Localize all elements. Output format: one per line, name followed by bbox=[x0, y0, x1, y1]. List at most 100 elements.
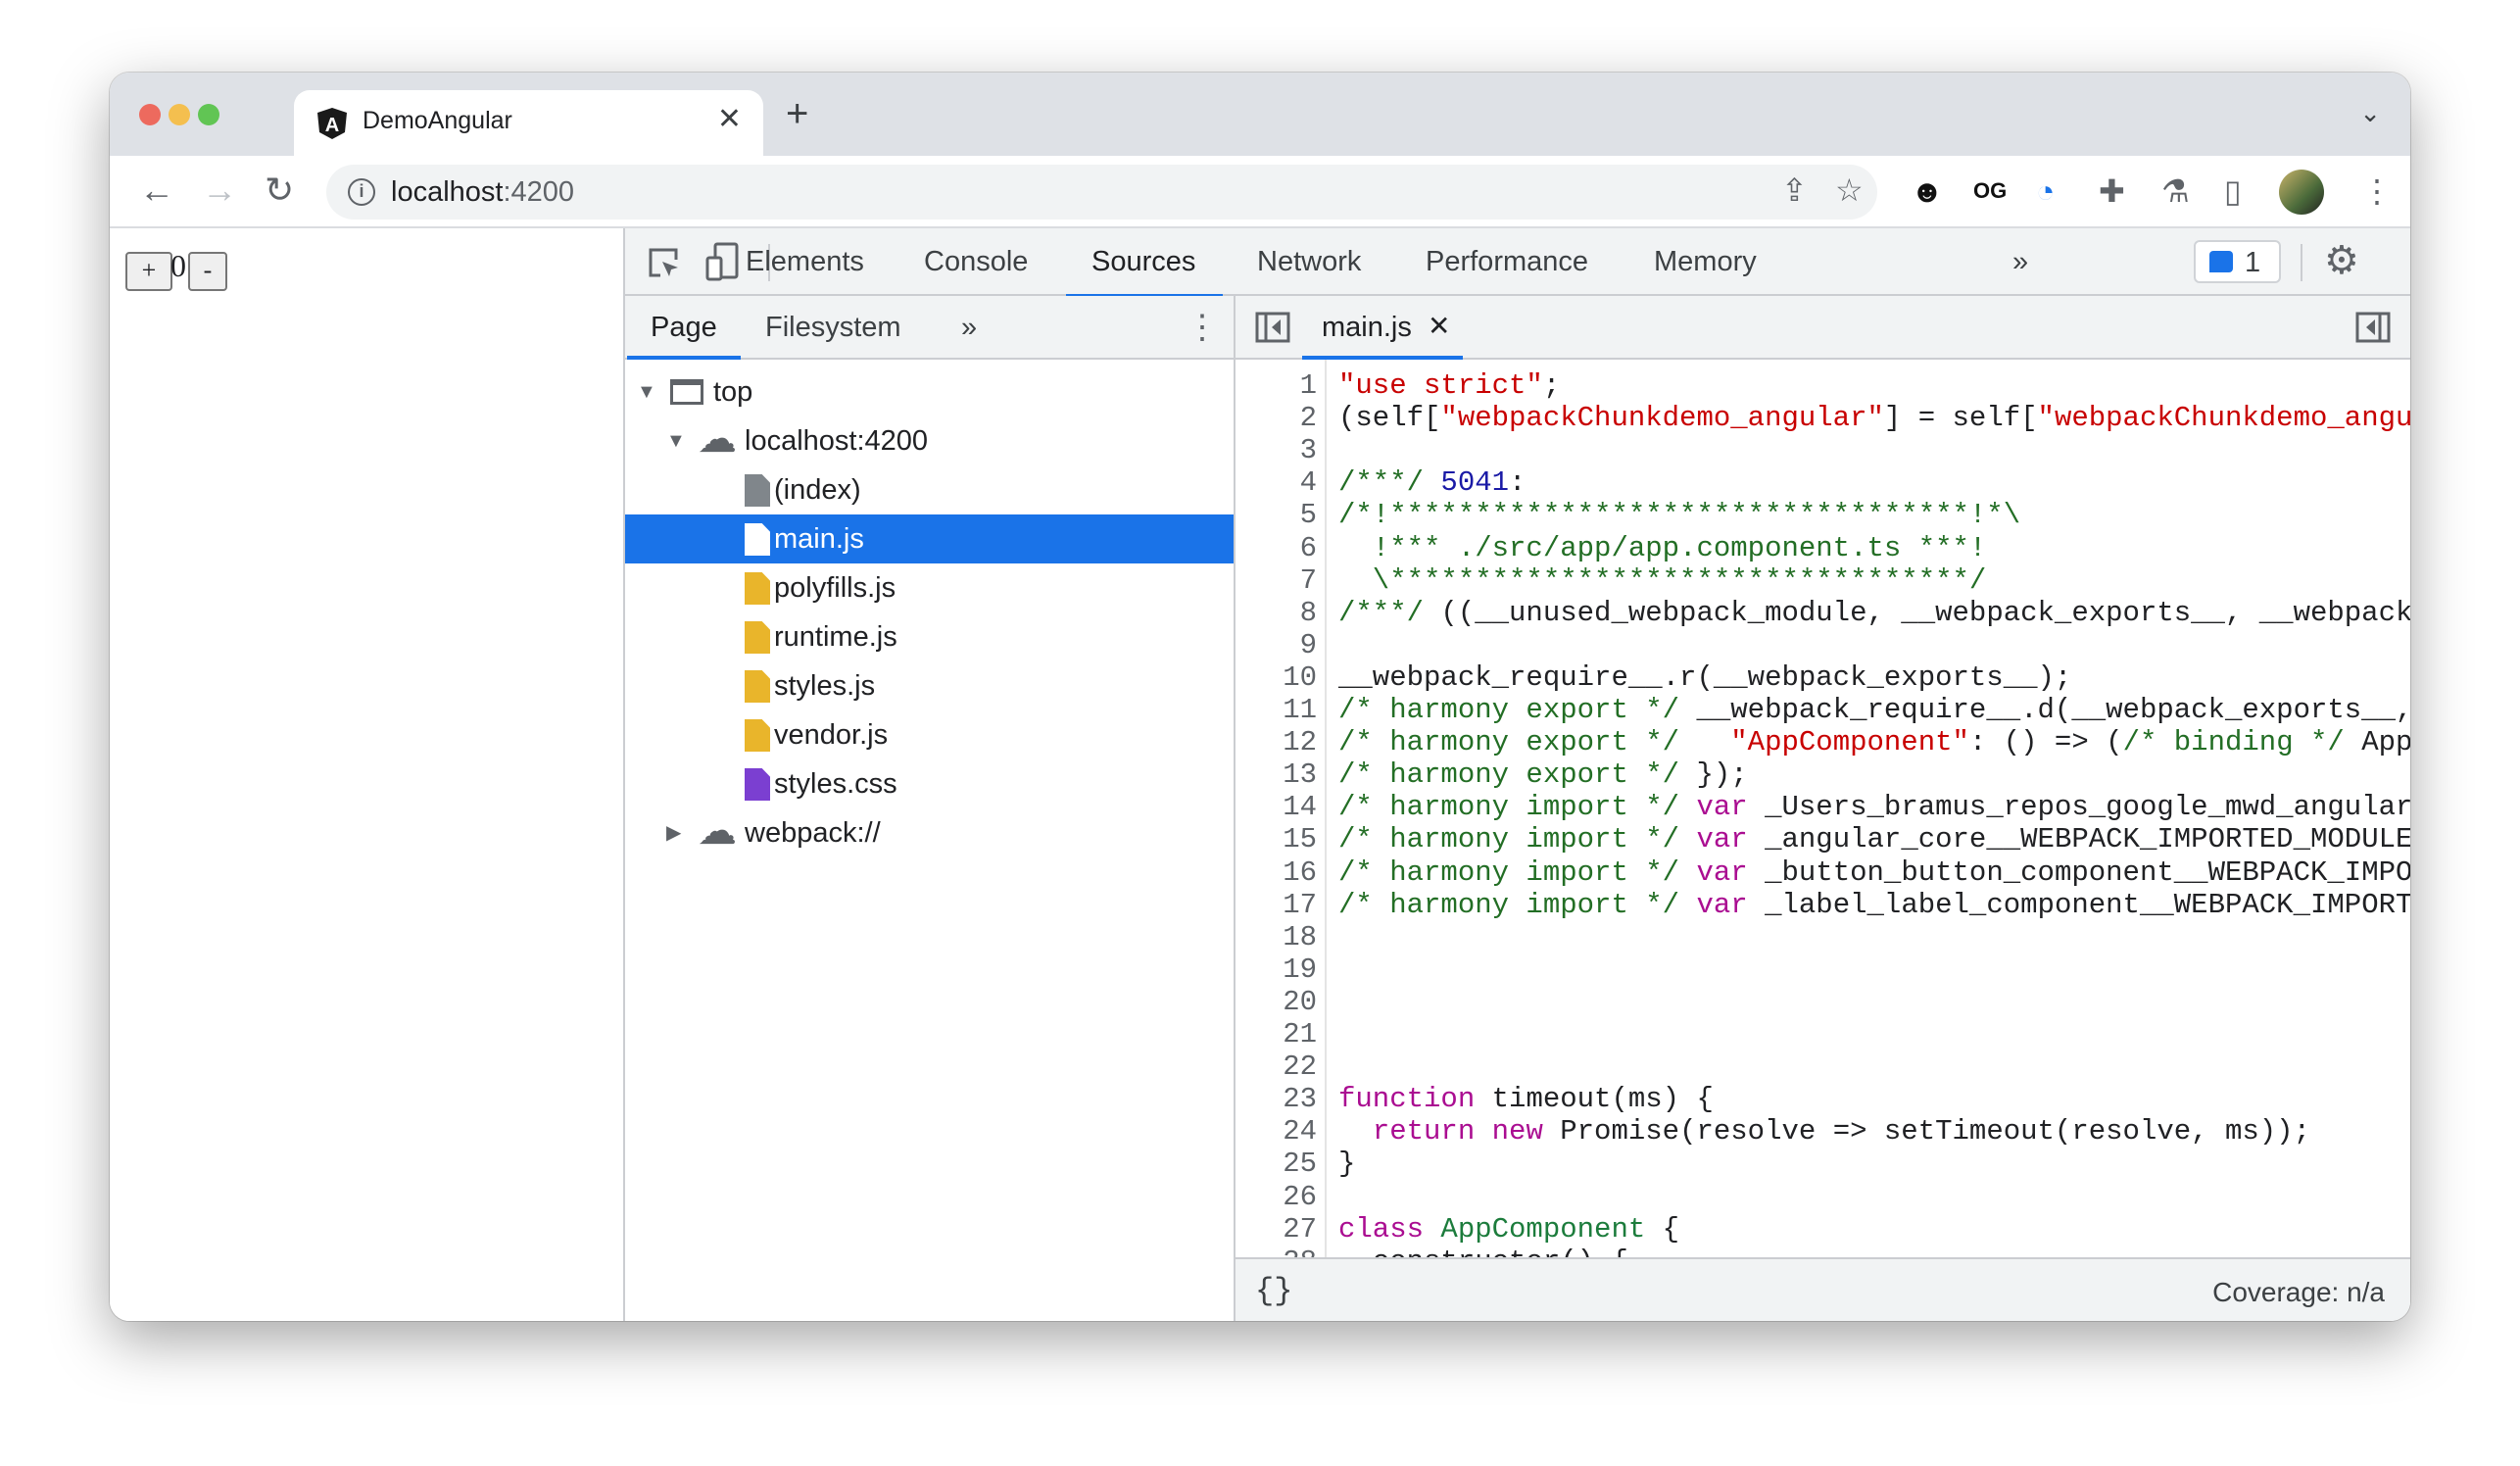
tree-item-label: runtime.js bbox=[774, 621, 897, 653]
line-number[interactable]: 20 bbox=[1283, 986, 1317, 1018]
toggle-navigator-icon[interactable] bbox=[1255, 312, 1290, 343]
tree-item[interactable]: styles.js bbox=[625, 661, 1234, 710]
code-line: /* harmony import */ var _angular_core__… bbox=[1338, 823, 2410, 855]
extension-og-icon[interactable]: OG bbox=[1973, 171, 2007, 211]
tab-filesystem[interactable]: Filesystem bbox=[765, 312, 901, 344]
tab-performance[interactable]: Performance bbox=[1426, 246, 1588, 278]
tree-item[interactable]: vendor.js bbox=[625, 710, 1234, 759]
line-number[interactable]: 13 bbox=[1283, 758, 1317, 791]
back-icon[interactable]: ← bbox=[139, 170, 174, 211]
line-number[interactable]: 21 bbox=[1283, 1018, 1317, 1051]
line-number[interactable]: 8 bbox=[1300, 597, 1317, 629]
line-number[interactable]: 17 bbox=[1283, 889, 1317, 921]
code-token: _angular_core__WEBPACK_IMPORTED_MODULE_3… bbox=[1765, 823, 2410, 856]
tab-search-chevron-icon[interactable]: ⌄ bbox=[2359, 98, 2381, 128]
tab-network[interactable]: Network bbox=[1257, 246, 1361, 278]
collapsed-arrow-icon[interactable]: ▶ bbox=[666, 808, 681, 857]
tree-item[interactable]: ▼ ☁ localhost:4200 bbox=[625, 416, 1234, 465]
tab-memory[interactable]: Memory bbox=[1654, 246, 1757, 278]
line-number[interactable]: 3 bbox=[1300, 434, 1317, 466]
line-number[interactable]: 7 bbox=[1300, 564, 1317, 597]
tree-item[interactable]: (index) bbox=[625, 465, 1234, 514]
line-number[interactable]: 4 bbox=[1300, 466, 1317, 499]
line-number[interactable]: 27 bbox=[1283, 1213, 1317, 1246]
devtools-menu-icon[interactable]: ⋮ bbox=[2400, 240, 2410, 281]
editor-tab-close-icon[interactable]: ✕ bbox=[1428, 310, 1450, 342]
line-number[interactable]: 24 bbox=[1283, 1115, 1317, 1148]
line-number[interactable]: 28 bbox=[1283, 1246, 1317, 1257]
line-number[interactable]: 10 bbox=[1283, 661, 1317, 694]
bookmark-star-icon[interactable]: ☆ bbox=[1835, 171, 1864, 210]
extension-mask-icon[interactable]: ☻ bbox=[1911, 171, 1944, 211]
line-number[interactable]: 12 bbox=[1283, 726, 1317, 758]
line-number[interactable]: 14 bbox=[1283, 791, 1317, 823]
browser-window: A DemoAngular ✕ + ⌄ ← → ↻ i localhost:42… bbox=[110, 73, 2410, 1321]
line-number[interactable]: 1 bbox=[1300, 369, 1317, 402]
site-info-icon[interactable]: i bbox=[348, 178, 375, 206]
line-number[interactable]: 15 bbox=[1283, 823, 1317, 855]
code-token: "webpackChunkdemo_angular" bbox=[1440, 402, 1884, 435]
device-toolbar-icon[interactable] bbox=[705, 242, 741, 281]
window-minimize-button[interactable] bbox=[169, 104, 190, 125]
reload-icon[interactable]: ↻ bbox=[265, 170, 294, 211]
forward-icon[interactable]: → bbox=[202, 170, 237, 211]
share-icon[interactable]: ⇪ bbox=[1781, 171, 1808, 210]
side-panel-icon[interactable]: ▯ bbox=[2224, 171, 2242, 211]
tab-console[interactable]: Console bbox=[924, 246, 1028, 278]
tab-elements[interactable]: Elements bbox=[746, 246, 864, 278]
line-number[interactable]: 11 bbox=[1283, 694, 1317, 726]
code-line: /***/ ((__unused_webpack_module, __webpa… bbox=[1338, 597, 2410, 629]
editor-tab-label: main.js bbox=[1322, 312, 1412, 343]
tree-item-label: (index) bbox=[774, 474, 861, 506]
window-maximize-button[interactable] bbox=[198, 104, 219, 125]
navigator-menu-icon[interactable]: ⋮ bbox=[1186, 308, 1219, 347]
profile-avatar[interactable] bbox=[2279, 170, 2324, 215]
tab-sources[interactable]: Sources bbox=[1065, 246, 1224, 298]
line-number[interactable]: 26 bbox=[1283, 1181, 1317, 1213]
tree-item[interactable]: runtime.js bbox=[625, 612, 1234, 661]
line-number[interactable]: 23 bbox=[1283, 1083, 1317, 1115]
line-number[interactable]: 19 bbox=[1283, 953, 1317, 986]
code-line: /*!**********************************!*\ bbox=[1338, 499, 2020, 531]
increment-button[interactable]: + bbox=[125, 252, 172, 291]
tab-page[interactable]: Page bbox=[627, 312, 741, 360]
more-tabs-button[interactable]: » bbox=[2012, 246, 2028, 278]
tree-item[interactable]: ▼ top bbox=[625, 367, 1234, 416]
line-number[interactable]: 25 bbox=[1283, 1148, 1317, 1180]
line-number[interactable]: 5 bbox=[1300, 499, 1317, 531]
settings-gear-icon[interactable]: ⚙ bbox=[2324, 238, 2359, 283]
inspect-element-icon[interactable] bbox=[647, 246, 682, 281]
code-token: (self[ bbox=[1338, 402, 1441, 435]
issues-button[interactable]: 1 bbox=[2194, 240, 2281, 283]
line-number[interactable]: 22 bbox=[1283, 1051, 1317, 1083]
code-token: : () => ( bbox=[1968, 726, 2123, 759]
code-token: _Users_bramus_repos_google_mwd_angular_d… bbox=[1765, 791, 2410, 824]
line-number[interactable]: 2 bbox=[1300, 402, 1317, 434]
code-area[interactable]: 1 2 3 4 5 6 7 8 9 10 11 12 13 14 15 16 17 18 19 20 21 22 23 24 2… bbox=[1236, 360, 2410, 1257]
extension-password-icon[interactable]: ◔ bbox=[2036, 171, 2055, 211]
pretty-print-button[interactable]: {} bbox=[1255, 1273, 1292, 1309]
extensions-puzzle-icon[interactable]: ✚ bbox=[2099, 171, 2125, 211]
editor-tab-main-js[interactable]: main.js ✕ bbox=[1302, 296, 1463, 360]
expanded-arrow-icon[interactable]: ▼ bbox=[637, 367, 656, 416]
line-number[interactable]: 18 bbox=[1283, 921, 1317, 953]
tree-item[interactable]: ▶ ☁ webpack:// bbox=[625, 808, 1234, 857]
labs-flask-icon[interactable]: ⚗ bbox=[2161, 171, 2190, 211]
tab-close-icon[interactable]: ✕ bbox=[717, 102, 742, 136]
line-number[interactable]: 9 bbox=[1300, 629, 1317, 661]
address-bar[interactable]: i localhost:4200 ⇪ ☆ bbox=[326, 165, 1877, 220]
toggle-debugger-icon[interactable] bbox=[2355, 312, 2391, 343]
tree-item[interactable]: styles.css bbox=[625, 759, 1234, 808]
code-token: /***/ bbox=[1338, 596, 1441, 629]
decrement-button[interactable]: - bbox=[188, 252, 227, 291]
line-number[interactable]: 16 bbox=[1283, 856, 1317, 889]
expanded-arrow-icon[interactable]: ▼ bbox=[666, 416, 686, 465]
tree-item[interactable]: polyfills.js bbox=[625, 563, 1234, 612]
line-number[interactable]: 6 bbox=[1300, 532, 1317, 564]
browser-menu-icon[interactable]: ⋮ bbox=[2361, 171, 2393, 211]
browser-tab[interactable]: A DemoAngular ✕ bbox=[294, 90, 763, 156]
window-close-button[interactable] bbox=[139, 104, 161, 125]
navigator-more-tabs[interactable]: » bbox=[961, 312, 977, 344]
new-tab-button[interactable]: + bbox=[786, 92, 808, 136]
tree-item[interactable]: main.js bbox=[625, 514, 1234, 563]
